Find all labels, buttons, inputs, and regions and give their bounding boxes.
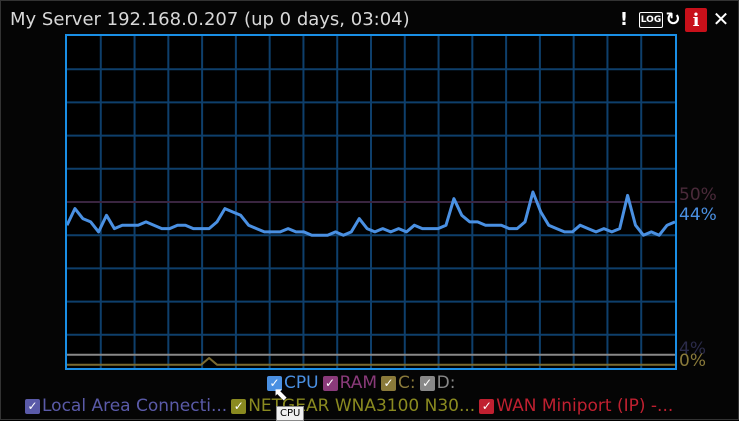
legend-label: CPU — [284, 373, 319, 393]
usage-chart — [65, 34, 677, 370]
cpu-readout: 44% — [679, 205, 717, 225]
tooltip: CPU — [276, 406, 305, 421]
legend-item[interactable]: ✓ WAN Miniport (IP) -... — [479, 396, 673, 416]
legend-item[interactable]: ✓ RAM — [322, 373, 377, 393]
legend-row-1: ✓ CPU ✓ RAM ✓ C: ✓ D: — [267, 373, 459, 393]
legend-row-2: ✓ Local Area Connecti... ✓ NETGEAR WNA3100 … — [25, 396, 677, 416]
legend-item[interactable]: ✓ C: — [381, 373, 416, 393]
legend-label: D: — [436, 373, 456, 393]
monitor-window: My Server 192.168.0.207 (up 0 days, 03:0… — [0, 0, 739, 421]
legend-label: C: — [398, 373, 416, 393]
alert-icon[interactable]: ! — [619, 9, 629, 30]
checkbox-icon[interactable]: ✓ — [322, 375, 338, 391]
checkbox-icon[interactable]: ✓ — [419, 375, 435, 391]
legend-item[interactable]: ✓ D: — [419, 373, 456, 393]
mouse-cursor-icon: ⬉ — [273, 384, 289, 405]
legend-item[interactable]: ✓ Local Area Connecti... — [25, 396, 227, 416]
close-icon[interactable]: ✕ — [712, 7, 730, 31]
usage-chart-svg — [67, 36, 675, 368]
legend-label: RAM — [339, 373, 377, 393]
log-icon[interactable]: LOG — [639, 12, 663, 28]
disk-c-readout: 0% — [679, 351, 706, 371]
checkbox-icon[interactable]: ✓ — [381, 375, 396, 391]
refresh-icon[interactable]: ↻ — [664, 9, 682, 30]
checkbox-icon[interactable]: ✓ — [25, 398, 40, 414]
checkbox-icon[interactable]: ✓ — [479, 398, 495, 414]
legend-item[interactable]: ✓ NETGEAR WNA3100 N30... — [231, 396, 475, 416]
info-icon[interactable]: i — [685, 8, 707, 32]
window-title: My Server 192.168.0.207 (up 0 days, 03:0… — [10, 9, 410, 30]
legend-label: Local Area Connecti... — [42, 396, 228, 416]
checkbox-icon[interactable]: ✓ — [231, 398, 247, 414]
ram-readout: 50% — [679, 185, 717, 205]
legend-label: WAN Miniport (IP) -... — [496, 396, 674, 416]
